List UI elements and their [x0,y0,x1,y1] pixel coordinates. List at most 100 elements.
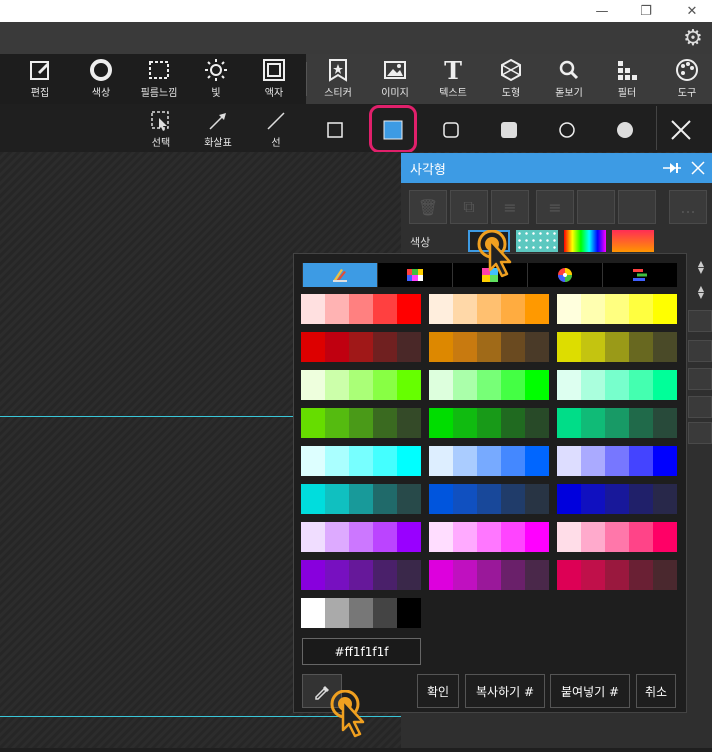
more-button[interactable]: ... [669,190,707,224]
color-swatch[interactable] [349,408,373,438]
color-swatch[interactable] [653,294,677,324]
color-swatch[interactable] [477,408,501,438]
color-swatch[interactable] [349,598,373,628]
color-swatch[interactable] [629,294,653,324]
shape-square-filled[interactable] [375,112,411,148]
bring-forward-button[interactable]: ≡ [491,190,529,224]
color-swatch[interactable] [373,370,397,400]
duplicate-button[interactable]: ⧉ [450,190,488,224]
copy-hex-button[interactable]: 복사하기 # [465,674,545,708]
color-swatch[interactable] [453,484,477,514]
color-swatch[interactable] [605,332,629,362]
color-swatch[interactable] [557,484,581,514]
color-swatch[interactable] [501,408,525,438]
color-swatch[interactable] [501,446,525,476]
color-swatch[interactable] [501,560,525,590]
color-swatch[interactable] [653,560,677,590]
color-swatch[interactable] [501,294,525,324]
color-swatch[interactable] [325,560,349,590]
color-swatch[interactable] [373,484,397,514]
color-swatch[interactable] [581,332,605,362]
subtool-line[interactable]: 선 [251,108,301,150]
color-swatch[interactable] [525,484,549,514]
color-swatch[interactable] [429,294,453,324]
color-swatch[interactable] [629,408,653,438]
color-swatch[interactable] [629,484,653,514]
tool-text[interactable]: T 텍스트 [427,56,479,102]
color-swatch[interactable] [301,408,325,438]
color-swatch[interactable] [397,560,421,590]
tab-bars[interactable] [602,263,677,287]
color-swatch[interactable] [501,522,525,552]
color-swatch[interactable] [581,446,605,476]
color-swatch[interactable] [373,598,397,628]
send-backward-button[interactable]: ≡ [536,190,574,224]
color-swatch[interactable] [525,560,549,590]
panel-close-icon[interactable] [688,157,708,179]
color-swatch[interactable] [373,408,397,438]
spinner-icon[interactable]: ▲ ▼ [694,260,708,276]
color-swatch[interactable] [629,560,653,590]
color-swatch[interactable] [301,598,325,628]
color-swatch[interactable] [477,484,501,514]
tool-light[interactable]: 빛 [190,56,242,102]
shape-circle-filled[interactable] [607,112,643,148]
color-swatch[interactable] [557,522,581,552]
color-swatch[interactable] [629,446,653,476]
color-swatch[interactable] [453,332,477,362]
panel-empty-button[interactable] [577,190,615,224]
color-swatch[interactable] [301,332,325,362]
panel-field[interactable] [688,396,712,418]
color-swatch[interactable] [629,522,653,552]
color-swatch[interactable] [653,446,677,476]
spinner-icon[interactable]: ▲ ▼ [694,285,708,301]
tool-filter[interactable]: 필터 [601,56,653,102]
rainbow-swatch[interactable] [564,230,606,252]
tool-color[interactable]: 색상 [75,56,127,102]
color-swatch[interactable] [373,294,397,324]
tab-swatches[interactable] [302,263,377,287]
color-swatch[interactable] [349,560,373,590]
color-swatch[interactable] [397,294,421,324]
color-swatch[interactable] [349,522,373,552]
color-swatch[interactable] [581,408,605,438]
color-swatch[interactable] [557,560,581,590]
color-swatch[interactable] [581,560,605,590]
color-swatch[interactable] [581,522,605,552]
tool-magnifier[interactable]: 돋보기 [543,56,595,102]
color-swatch[interactable] [301,294,325,324]
subtool-arrow[interactable]: 화살표 [193,108,243,150]
color-swatch[interactable] [581,370,605,400]
color-swatch[interactable] [557,370,581,400]
color-swatch[interactable] [453,370,477,400]
subtool-select[interactable]: 선택 [136,108,186,150]
color-swatch[interactable] [301,370,325,400]
tab-wheel[interactable] [527,263,602,287]
color-swatch[interactable] [525,332,549,362]
hex-input[interactable]: #ff1f1f1f [302,638,421,665]
tool-shape[interactable]: 도형 [485,56,537,102]
color-swatch[interactable] [653,484,677,514]
color-swatch[interactable] [605,560,629,590]
gradient-swatch[interactable] [612,230,654,252]
color-swatch[interactable] [605,408,629,438]
color-swatch[interactable] [349,484,373,514]
color-swatch[interactable] [397,522,421,552]
color-swatch[interactable] [373,446,397,476]
color-swatch[interactable] [477,332,501,362]
color-swatch[interactable] [453,446,477,476]
color-swatch[interactable] [397,408,421,438]
color-swatch[interactable] [325,446,349,476]
color-swatch[interactable] [477,446,501,476]
tool-sticker[interactable]: 스티커 [312,56,364,102]
color-swatch[interactable] [477,370,501,400]
color-swatch[interactable] [397,484,421,514]
color-swatch[interactable] [397,332,421,362]
color-swatch[interactable] [373,522,397,552]
color-swatch[interactable] [525,446,549,476]
panel-field[interactable] [688,340,712,362]
color-swatch[interactable] [397,446,421,476]
color-swatch[interactable] [373,560,397,590]
color-swatch[interactable] [429,446,453,476]
panel-field[interactable] [688,368,712,390]
